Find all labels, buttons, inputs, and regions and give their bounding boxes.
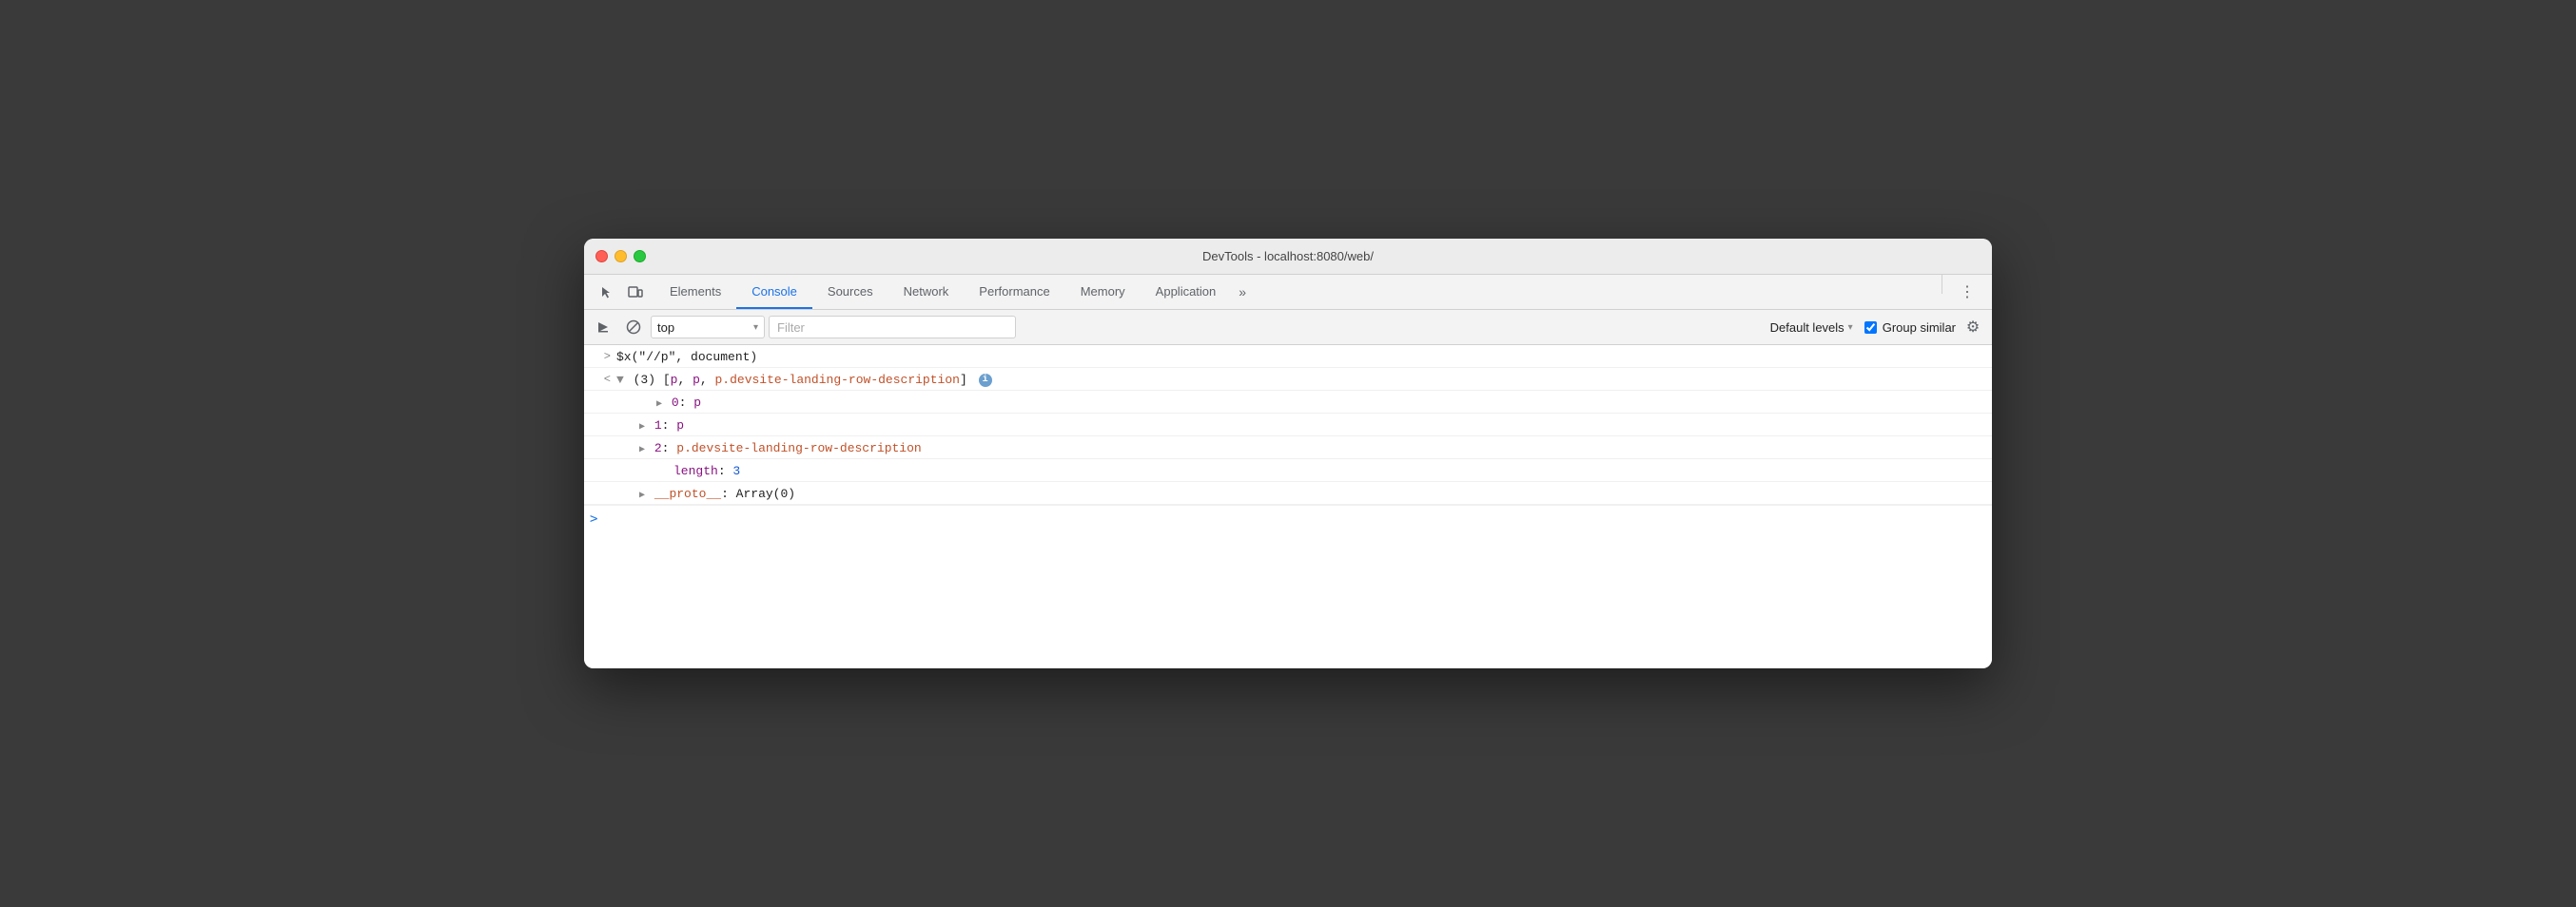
console-input-field[interactable] <box>603 512 1986 527</box>
devtools-window: DevTools - localhost:8080/web/ Elements … <box>584 239 1992 668</box>
more-options-button[interactable]: ⋮ <box>1954 279 1981 305</box>
gear-icon: ⚙ <box>1966 318 1980 337</box>
expand-icon-1[interactable]: ▶ <box>639 422 645 433</box>
tab-memory[interactable]: Memory <box>1065 275 1141 309</box>
tabs-right-icons: ⋮ <box>1946 275 1988 309</box>
tab-console[interactable]: Console <box>736 275 812 309</box>
console-prompt-row[interactable]: > <box>584 505 1992 532</box>
context-value: top <box>657 320 748 335</box>
group-similar-checkbox-wrapper[interactable]: Group similar <box>1864 320 1956 335</box>
info-icon[interactable]: i <box>979 374 992 387</box>
minimize-button[interactable] <box>615 250 627 262</box>
close-button[interactable] <box>595 250 608 262</box>
settings-gear-button[interactable]: ⚙ <box>1960 314 1986 340</box>
maximize-button[interactable] <box>634 250 646 262</box>
expand-proto-icon[interactable]: ▶ <box>639 491 645 501</box>
device-toolbar-icon[interactable] <box>622 279 649 305</box>
levels-arrow-icon: ▾ <box>1848 322 1853 333</box>
expand-icon-0[interactable]: ▶ <box>656 399 662 410</box>
window-title: DevTools - localhost:8080/web/ <box>1202 249 1374 263</box>
console-input-text: $x("//p", document) <box>616 350 757 364</box>
array-child-2: ▶ 2: p.devsite-landing-row-description <box>584 436 1992 459</box>
context-selector[interactable]: top ▾ <box>651 316 765 338</box>
array-length: length: 3 <box>584 459 1992 482</box>
default-levels-button[interactable]: Default levels ▾ <box>1763 316 1861 338</box>
tab-application[interactable]: Application <box>1141 275 1232 309</box>
title-bar: DevTools - localhost:8080/web/ <box>584 239 1992 275</box>
console-output-array-header: < ▼ (3) [p, p, p.devsite-landing-row-des… <box>584 368 1992 391</box>
traffic-lights <box>595 250 646 262</box>
tab-elements[interactable]: Elements <box>654 275 736 309</box>
array-child-1: ▶ 1: p <box>584 414 1992 436</box>
filter-input[interactable] <box>769 316 1016 338</box>
array-proto: ▶ __proto__: Array(0) <box>584 482 1992 505</box>
collapse-arrow[interactable]: ▼ <box>616 373 624 387</box>
tab-sources[interactable]: Sources <box>812 275 888 309</box>
execute-script-button[interactable] <box>590 314 616 340</box>
levels-label: Default levels <box>1770 320 1844 335</box>
console-output: > $x("//p", document) < ▼ (3) [p, p, p.d… <box>584 345 1992 668</box>
more-tabs-button[interactable]: » <box>1231 275 1254 309</box>
clear-console-button[interactable] <box>620 314 647 340</box>
expand-icon-2[interactable]: ▶ <box>639 445 645 455</box>
tab-network[interactable]: Network <box>888 275 965 309</box>
tabs-left-icons <box>588 275 654 309</box>
array-child-0: ▶ 0: p <box>584 391 1992 414</box>
group-similar-checkbox[interactable] <box>1864 321 1877 334</box>
tabs-bar: Elements Console Sources Network Perform… <box>584 275 1992 310</box>
output-gutter: < <box>590 371 616 386</box>
prompt-symbol: > <box>590 511 597 527</box>
console-input-line: > $x("//p", document) <box>584 345 1992 368</box>
console-toolbar: top ▾ Default levels ▾ Group similar ⚙ <box>584 310 1992 345</box>
tab-performance[interactable]: Performance <box>964 275 1064 309</box>
inspect-element-icon[interactable] <box>594 279 620 305</box>
input-gutter: > <box>590 348 616 363</box>
group-similar-label: Group similar <box>1883 320 1956 335</box>
context-arrow-icon: ▾ <box>753 322 758 333</box>
